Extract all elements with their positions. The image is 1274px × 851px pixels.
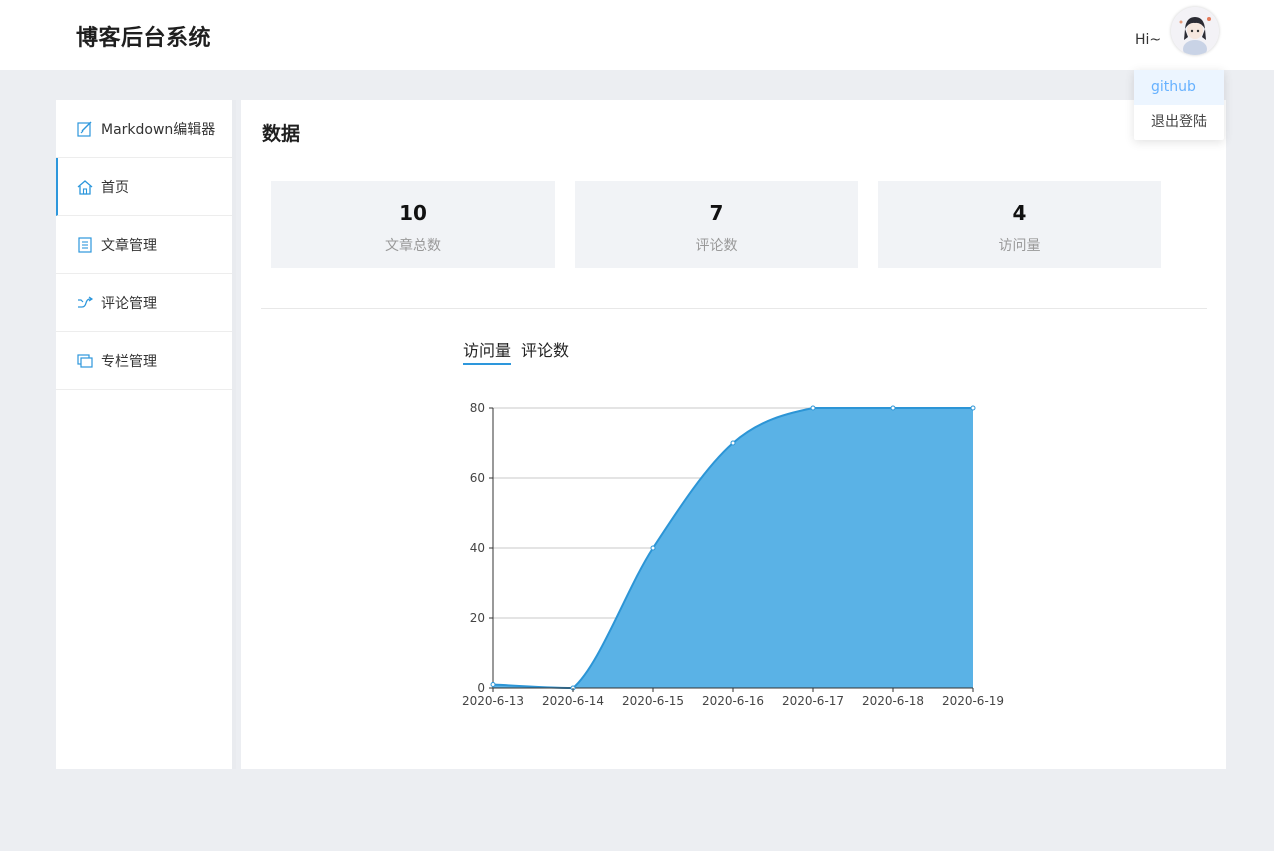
x-tick-label: 2020-6-17 [782, 694, 844, 708]
menu-item-github[interactable]: github [1134, 70, 1224, 105]
main-panel: 数据 10 文章总数 7 评论数 4 访问量 访问量 评论数 0 20 40 60 80… [241, 100, 1226, 769]
sidebar-item-label: 专栏管理 [101, 353, 157, 370]
data-point [890, 405, 896, 411]
data-point [810, 405, 816, 411]
avatar-illustration-icon [1171, 7, 1219, 55]
y-tick-label: 0 [477, 681, 485, 695]
sidebar-item-label: 评论管理 [101, 295, 157, 312]
user-avatar[interactable] [1171, 7, 1219, 55]
data-point [490, 682, 496, 687]
shuffle-icon [76, 294, 94, 312]
list-icon [76, 236, 94, 254]
sidebar: Markdown编辑器 首页 文章管理 评论管理 专栏管理 [56, 100, 236, 769]
edit-icon [76, 120, 94, 138]
menu-item-logout[interactable]: 退出登陆 [1134, 105, 1224, 140]
data-point [650, 545, 656, 551]
visits-area-chart: 0 20 40 60 80 2020-6-13 2020-6-14 2020-6-15 2020… [462, 401, 1004, 708]
y-tick-label: 60 [470, 471, 485, 485]
sidebar-item-label: Markdown编辑器 [101, 121, 216, 138]
greeting-text: Hi~ [1135, 32, 1162, 48]
sidebar-item-home[interactable]: 首页 [56, 158, 232, 216]
sidebar-item-columns[interactable]: 专栏管理 [56, 332, 232, 390]
data-point [970, 405, 976, 411]
x-tick-label: 2020-6-14 [542, 694, 604, 708]
y-tick-label: 80 [470, 401, 485, 415]
user-dropdown-menu: github 退出登陆 [1134, 70, 1224, 140]
sidebar-item-markdown-editor[interactable]: Markdown编辑器 [56, 100, 232, 158]
top-bar: 博客后台系统 Hi~ [0, 0, 1274, 70]
x-tick-label: 2020-6-16 [702, 694, 764, 708]
data-point [730, 440, 736, 446]
y-tick-label: 20 [470, 611, 485, 625]
sidebar-item-comments[interactable]: 评论管理 [56, 274, 232, 332]
x-tick-label: 2020-6-18 [862, 694, 924, 708]
app-title: 博客后台系统 [76, 26, 212, 51]
sidebar-item-label: 文章管理 [101, 237, 157, 254]
x-tick-label: 2020-6-19 [942, 694, 1004, 708]
home-icon [76, 178, 94, 196]
x-tick-label: 2020-6-15 [622, 694, 684, 708]
sidebar-item-label: 首页 [101, 179, 129, 196]
x-tick-label: 2020-6-13 [462, 694, 524, 708]
y-tick-label: 40 [470, 541, 485, 555]
sidebar-item-articles[interactable]: 文章管理 [56, 216, 232, 274]
copy-icon [76, 352, 94, 370]
